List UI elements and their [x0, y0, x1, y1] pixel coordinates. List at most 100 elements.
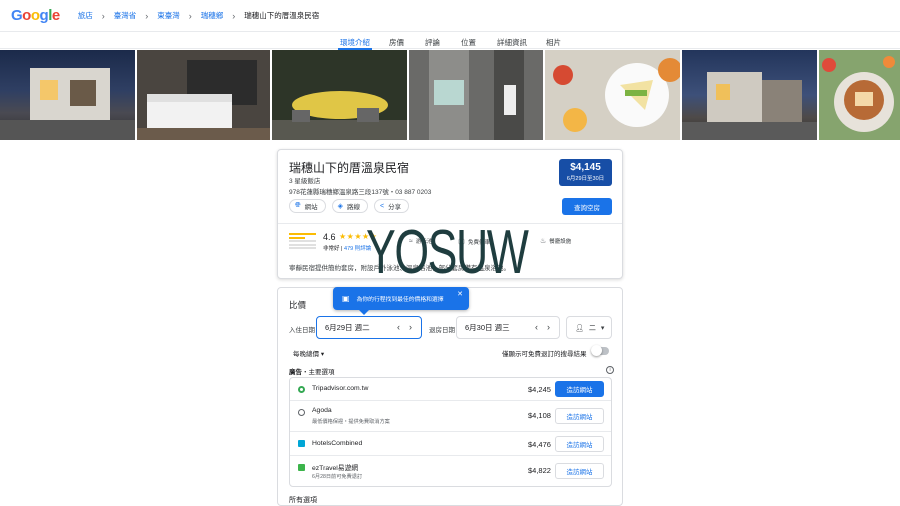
free-cancel-label: 僅顯示可免費退訂的搜尋結果: [502, 351, 587, 358]
restaurant-icon: ♨: [540, 238, 547, 245]
share-icon: <: [380, 202, 385, 210]
globe-icon: 🌐︎: [295, 202, 301, 209]
rating-histogram: [289, 233, 316, 251]
amenity-label: 餐廳設施: [549, 239, 572, 245]
offer-list: Tripadvisor.com.tw $4,245 造訪網站 Agoda 最低價…: [289, 377, 612, 487]
section-tabs: 環境介紹 房價 評論 位置 詳細資訊 相片: [0, 31, 900, 50]
ad-suffix: ・主要選項: [302, 369, 335, 376]
action-chips: 🌐︎ 網站 ◈ 路線 < 分享: [289, 199, 410, 213]
hotel-class: 3 星級飯店: [289, 178, 321, 185]
checkout-label: 退房日期: [429, 327, 455, 334]
offer-name: Agoda: [312, 407, 332, 414]
person-icon: 👤︎: [575, 324, 584, 332]
breadcrumb-region[interactable]: 東臺灣: [157, 10, 180, 21]
chevron-left-icon[interactable]: ‹: [397, 322, 400, 332]
photo-bathroom[interactable]: [409, 50, 543, 140]
rating-value: 4.6: [323, 232, 336, 242]
chevron-right-icon: ›: [232, 10, 236, 21]
ad-prefix: 廣告: [289, 369, 302, 376]
offer-price: $4,822: [528, 466, 551, 475]
price-dates: 6月29日至30日: [566, 176, 605, 182]
directions-chip-label: 路線: [347, 204, 360, 211]
website-chip[interactable]: 🌐︎ 網站: [289, 199, 326, 213]
google-logo[interactable]: Google: [11, 7, 60, 24]
photo-breakfast[interactable]: [545, 50, 680, 140]
check-availability-button[interactable]: 查詢空房: [562, 198, 612, 215]
rating-text: 非常好: [323, 246, 340, 252]
eztravel-logo-icon: [298, 464, 305, 471]
photo-bedroom[interactable]: [137, 50, 270, 140]
offer-row[interactable]: HotelsCombined $4,476 造訪網站: [290, 432, 611, 456]
hotel-name: 瑞穗山下的厝溫泉民宿: [289, 161, 410, 175]
offer-price: $4,476: [528, 440, 551, 449]
chevron-left-icon[interactable]: ‹: [535, 322, 538, 332]
price-badge[interactable]: $4,145 6月29日至30日: [559, 159, 612, 186]
breadcrumb-township[interactable]: 瑞穗鄉: [201, 10, 224, 21]
price-comparison-section: 比價 ▣ 為你的行程找到最佳的價格和選擇 ✕ 入住日期 6月29日 週二 ‹ ›…: [277, 287, 623, 506]
close-icon[interactable]: ✕: [457, 290, 463, 298]
dropdown-arrow-icon: ▾: [600, 324, 605, 332]
chevron-right-icon: ›: [101, 10, 105, 21]
offer-name: Tripadvisor.com.tw: [312, 385, 369, 392]
checkout-field[interactable]: 6月30日 週三 ‹ ›: [456, 316, 560, 339]
share-chip[interactable]: < 分享: [374, 199, 410, 213]
agoda-logo-icon: [298, 409, 305, 416]
chevron-right-icon: ›: [188, 10, 192, 21]
watermark: YOSUW: [366, 218, 529, 287]
dropdown-arrow-icon: ▾: [320, 351, 325, 358]
offer-price: $4,245: [528, 385, 551, 394]
share-chip-label: 分享: [388, 204, 402, 211]
chevron-right-icon: ›: [145, 10, 149, 21]
all-options-heading: 所有選項: [289, 497, 317, 504]
tab-details[interactable]: 詳細資訊: [497, 37, 527, 48]
checkin-label: 入住日期: [289, 327, 315, 334]
photo-exterior-night[interactable]: [0, 50, 135, 140]
ad-header: 廣告・主要選項: [289, 366, 335, 376]
breadcrumb-hotels[interactable]: 旅店: [78, 10, 93, 21]
section-title: 比價: [289, 300, 307, 310]
rating-label: 非常好 | 479 則評論: [323, 246, 372, 252]
guest-selector[interactable]: 👤︎ 二 ▾: [566, 316, 612, 339]
visit-site-button[interactable]: 造訪網站: [555, 408, 604, 424]
breadcrumb-province[interactable]: 臺灣省: [114, 10, 137, 21]
hotelscombined-logo-icon: [298, 440, 305, 447]
price-mode-dropdown[interactable]: 每晚總價 ▾: [293, 348, 324, 358]
chevron-right-icon[interactable]: ›: [547, 322, 550, 332]
calendar-icon: ▣: [342, 294, 350, 303]
tab-overview[interactable]: 環境介紹: [338, 37, 372, 50]
breadcrumb-current: 瑞穗山下的厝溫泉民宿: [244, 11, 320, 20]
hotel-address: 978花蓮縣瑞穗鄉溫泉路三段137號・03 887 0203: [289, 189, 432, 196]
offer-subtitle: 最低價格保證・提供免費取消方案: [312, 419, 390, 425]
free-cancel-toggle[interactable]: [591, 345, 609, 356]
offer-price: $4,108: [528, 411, 551, 420]
checkin-value: 6月29日 週二: [325, 323, 370, 332]
offer-row[interactable]: ezTravel易遊網 6月28日前可免費退訂 $4,822 造訪網站: [290, 456, 611, 487]
photo-strip: [0, 50, 900, 140]
tip-text: 為你的行程找到最佳的價格和選擇: [356, 297, 444, 303]
photo-exterior-dusk[interactable]: [682, 50, 817, 140]
offer-subtitle: 6月28日前可免費退訂: [312, 474, 363, 480]
visit-site-button[interactable]: 造訪網站: [555, 381, 604, 397]
tab-prices[interactable]: 房價: [389, 37, 404, 48]
offer-row[interactable]: Agoda 最低價格保證・提供免費取消方案 $4,108 造訪網站: [290, 401, 611, 432]
photo-pool[interactable]: [272, 50, 407, 140]
tab-photos[interactable]: 相片: [546, 37, 561, 48]
amenity-restaurant: ♨ 餐廳設施: [540, 237, 571, 245]
tab-location[interactable]: 位置: [461, 37, 476, 48]
top-bar: Google 旅店 › 臺灣省 › 東臺灣 › 瑞穗鄉 › 瑞穗山下的厝溫泉民宿: [0, 0, 900, 31]
offer-row[interactable]: Tripadvisor.com.tw $4,245 造訪網站: [290, 378, 611, 401]
directions-chip[interactable]: ◈ 路線: [331, 199, 368, 213]
offer-name: ezTravel易遊網: [312, 465, 359, 472]
checkout-value: 6月30日 週三: [465, 323, 510, 332]
website-chip-label: 網站: [304, 204, 318, 211]
chevron-right-icon[interactable]: ›: [409, 322, 412, 332]
info-icon[interactable]: i: [606, 366, 614, 374]
breadcrumb: 旅店 › 臺灣省 › 東臺灣 › 瑞穗鄉 › 瑞穗山下的厝溫泉民宿: [78, 10, 320, 21]
checkin-field[interactable]: 6月29日 週二 ‹ ›: [316, 316, 422, 339]
tab-reviews[interactable]: 評論: [425, 37, 440, 48]
photo-cake[interactable]: [819, 50, 900, 140]
visit-site-button[interactable]: 造訪網站: [555, 463, 604, 479]
directions-icon: ◈: [337, 203, 343, 210]
offer-name: HotelsCombined: [312, 440, 363, 447]
visit-site-button[interactable]: 造訪網站: [555, 436, 604, 452]
